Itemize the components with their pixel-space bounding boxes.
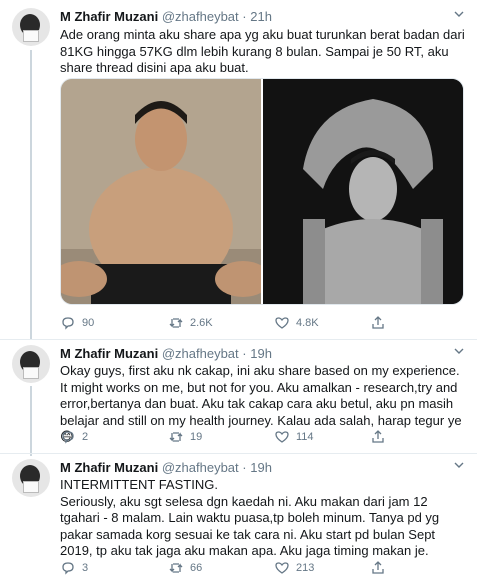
display-name[interactable]: M Zhafir Muzani: [60, 460, 158, 475]
before-photo[interactable]: [61, 79, 271, 304]
reply-count: 2: [82, 431, 89, 443]
share-icon: [372, 316, 384, 329]
heart-icon: [275, 317, 289, 329]
display-name[interactable]: M Zhafir Muzani: [60, 346, 158, 361]
tweet-text: INTERMITTENT FASTING. Seriously, aku sgt…: [60, 477, 440, 558]
reply-count: 3: [82, 562, 89, 574]
thread-line: [30, 386, 32, 456]
tweet-header: M Zhafir Muzani @zhafheybat · 21h: [60, 8, 465, 26]
avatar[interactable]: [12, 345, 50, 383]
share-button[interactable]: [370, 314, 386, 332]
reply-button[interactable]: 3: [60, 559, 88, 577]
heart-icon: [275, 431, 289, 443]
retweet-count: 2.6K: [190, 317, 213, 329]
chevron-down-icon[interactable]: [453, 345, 465, 363]
tweet-time[interactable]: 19h: [250, 346, 272, 361]
retweet-icon: [169, 318, 183, 328]
like-button[interactable]: 4.8K: [274, 314, 319, 332]
share-icon: [372, 430, 384, 443]
like-count: 4.8K: [296, 317, 319, 329]
separator-dot: ·: [242, 460, 247, 475]
share-icon: [372, 561, 384, 574]
retweet-button[interactable]: 19: [168, 428, 202, 446]
reply-button[interactable]: 90: [60, 314, 94, 332]
like-count: 114: [296, 431, 314, 443]
retweet-icon: [169, 563, 183, 573]
tweet-header: M Zhafir Muzani @zhafheybat · 19h: [60, 345, 465, 363]
tweet-time[interactable]: 21h: [250, 9, 272, 24]
reply-count: 90: [82, 317, 95, 329]
like-button[interactable]: 114: [274, 428, 314, 446]
tweet[interactable]: M Zhafir Muzani @zhafheybat · 21h Ade or…: [0, 0, 477, 340]
tweet-actions: 90 2.6K 4.8K: [60, 314, 384, 332]
after-photo[interactable]: [263, 79, 463, 304]
display-name[interactable]: M Zhafir Muzani: [60, 9, 158, 24]
thread-line: [30, 50, 32, 340]
tweet[interactable]: M Zhafir Muzani @zhafheybat · 19h INTERM…: [0, 454, 477, 578]
reply-icon: [62, 431, 74, 444]
share-button[interactable]: [370, 559, 386, 577]
share-button[interactable]: [370, 428, 386, 446]
reply-icon: [62, 562, 74, 575]
like-count: 213: [296, 562, 315, 574]
user-handle[interactable]: @zhafheybat: [162, 460, 239, 475]
reply-button[interactable]: 2: [60, 428, 88, 446]
tweet-text: Ade orang minta aku share apa yg aku bua…: [60, 27, 465, 75]
reply-icon: [62, 317, 74, 330]
user-handle[interactable]: @zhafheybat: [162, 9, 239, 24]
chevron-down-icon[interactable]: [453, 8, 465, 26]
heart-icon: [275, 562, 289, 574]
retweet-icon: [169, 432, 183, 442]
tweet[interactable]: M Zhafir Muzani @zhafheybat · 19h Okay g…: [0, 340, 477, 456]
avatar[interactable]: [12, 459, 50, 497]
retweet-button[interactable]: 66: [168, 559, 202, 577]
separator-dot: ·: [242, 9, 247, 24]
tweet-actions: 2 19 114: [60, 428, 384, 446]
retweet-button[interactable]: 2.6K: [168, 314, 213, 332]
retweet-count: 66: [190, 562, 203, 574]
tweet-header: M Zhafir Muzani @zhafheybat · 19h: [60, 459, 465, 477]
tweet-media[interactable]: [60, 78, 464, 305]
retweet-count: 19: [190, 431, 203, 443]
chevron-down-icon[interactable]: [453, 459, 465, 477]
tweet-actions: 3 66 213: [60, 559, 384, 577]
user-handle[interactable]: @zhafheybat: [162, 346, 239, 361]
avatar[interactable]: [12, 8, 50, 46]
separator-dot: ·: [242, 346, 247, 361]
tweet-time[interactable]: 19h: [250, 460, 272, 475]
like-button[interactable]: 213: [274, 559, 314, 577]
